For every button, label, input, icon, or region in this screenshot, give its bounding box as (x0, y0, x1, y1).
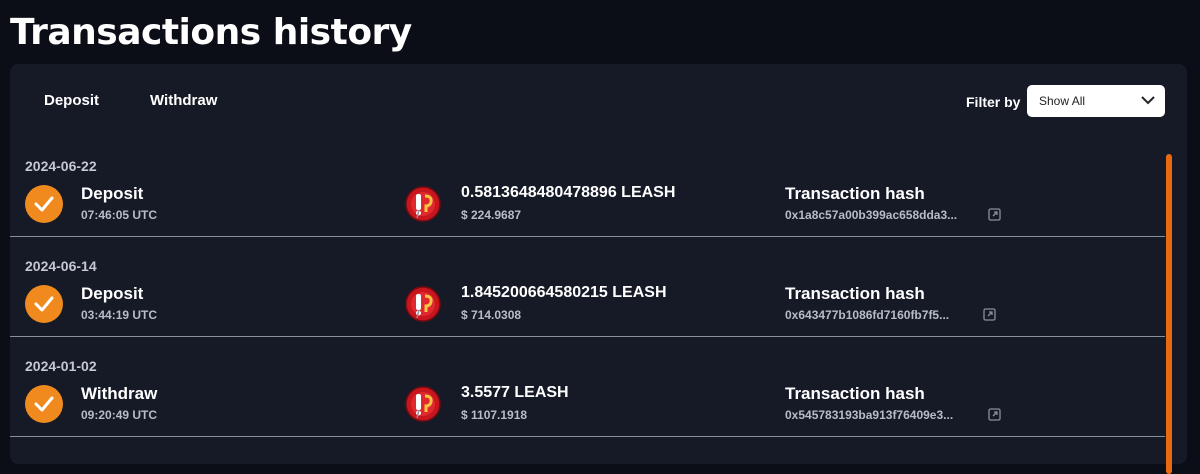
leash-token-icon (405, 286, 441, 322)
tab-deposit[interactable]: Deposit (44, 92, 99, 109)
transaction-usd-value: $ 224.9687 (461, 208, 522, 222)
transaction-row: 2024-06-14 Deposit 03:44:19 UTC 1.845200… (10, 258, 1165, 358)
transaction-row: 2024-01-02 Withdraw 09:20:49 UTC 3.5577 … (10, 358, 1165, 458)
transaction-time: 03:44:19 UTC (81, 308, 158, 322)
scrollbar[interactable] (1166, 154, 1172, 474)
check-icon (25, 385, 63, 423)
transaction-row: 2024-06-22 Deposit 07:46:05 UTC 0.581364… (10, 158, 1165, 258)
transaction-type: Withdraw (81, 384, 158, 403)
transaction-usd-value: $ 714.0308 (461, 308, 522, 322)
transaction-hash-label: Transaction hash (785, 284, 925, 303)
transaction-time: 07:46:05 UTC (81, 208, 158, 222)
row-divider (10, 236, 1165, 237)
transactions-panel: Deposit Withdraw Filter by Show All 2024… (10, 64, 1187, 474)
transaction-hash[interactable]: 0x1a8c57a00b399ac658dda3... (785, 208, 957, 222)
transaction-usd-value: $ 1107.1918 (461, 408, 528, 422)
leash-token-icon (405, 186, 441, 222)
transaction-hash[interactable]: 0x545783193ba913f76409e3... (785, 408, 953, 422)
transaction-amount: 1.845200664580215 LEASH (461, 284, 667, 301)
transaction-amount: 3.5577 LEASH (461, 384, 569, 401)
tab-withdraw[interactable]: Withdraw (150, 92, 217, 109)
check-icon (25, 185, 63, 223)
check-icon (25, 285, 63, 323)
transaction-type: Deposit (81, 184, 144, 203)
leash-token-icon (405, 386, 441, 422)
external-link-icon[interactable] (988, 208, 1001, 221)
transaction-hash[interactable]: 0x643477b1086fd7160fb7f5... (785, 308, 949, 322)
chevron-down-icon (1141, 96, 1155, 105)
transaction-date: 2024-01-02 (25, 358, 97, 374)
filter-select[interactable]: Show All (1027, 85, 1165, 117)
row-divider (10, 336, 1165, 337)
transaction-amount: 0.5813648480478896 LEASH (461, 184, 676, 201)
external-link-icon[interactable] (988, 408, 1001, 421)
filter-label: Filter by (966, 94, 1021, 110)
page-title: Transactions history (10, 12, 412, 53)
external-link-icon[interactable] (983, 308, 996, 321)
filter-selected-value: Show All (1039, 94, 1086, 108)
transaction-hash-label: Transaction hash (785, 184, 925, 203)
transaction-hash-label: Transaction hash (785, 384, 925, 403)
transaction-time: 09:20:49 UTC (81, 408, 158, 422)
row-divider (10, 436, 1165, 437)
transaction-date: 2024-06-22 (25, 158, 97, 174)
transaction-date: 2024-06-14 (25, 258, 97, 274)
transaction-type: Deposit (81, 284, 144, 303)
